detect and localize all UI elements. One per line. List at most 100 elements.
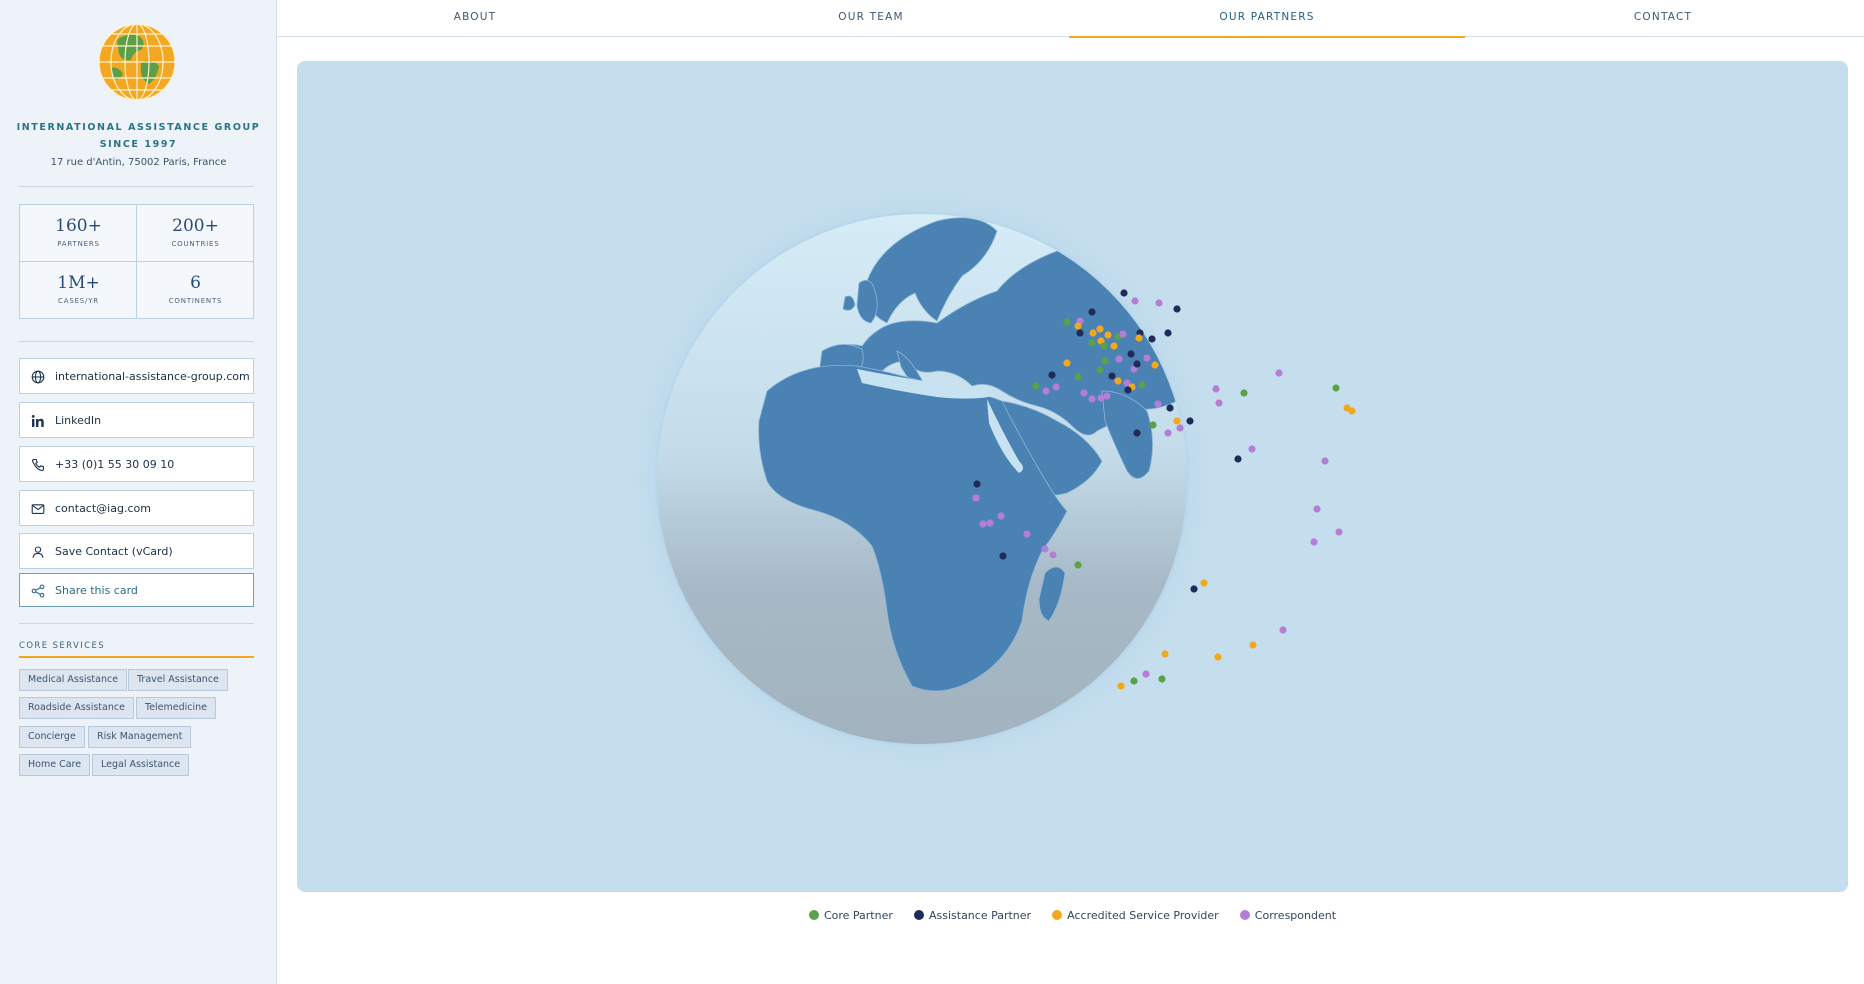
partner-marker[interactable] bbox=[1074, 322, 1082, 330]
partner-marker[interactable] bbox=[1120, 289, 1128, 297]
partner-marker[interactable] bbox=[1076, 329, 1084, 337]
save-vcard-button[interactable]: Save Contact (vCard) bbox=[19, 533, 254, 569]
partner-marker[interactable] bbox=[1103, 392, 1111, 400]
partner-marker[interactable] bbox=[1190, 585, 1198, 593]
partner-marker[interactable] bbox=[1117, 682, 1125, 690]
partner-marker[interactable] bbox=[1313, 505, 1321, 513]
partner-marker[interactable] bbox=[1173, 305, 1181, 313]
partner-marker[interactable] bbox=[1176, 424, 1184, 432]
partner-marker[interactable] bbox=[1161, 650, 1169, 658]
partner-marker[interactable] bbox=[1212, 385, 1220, 393]
sidebar: INTERNATIONAL ASSISTANCE GROUP SINCE 199… bbox=[0, 0, 277, 984]
partner-marker[interactable] bbox=[1063, 359, 1071, 367]
partner-marker[interactable] bbox=[1119, 330, 1127, 338]
stat-value: 160+ bbox=[55, 216, 102, 236]
partner-marker[interactable] bbox=[1240, 389, 1248, 397]
partner-marker[interactable] bbox=[979, 520, 987, 528]
tab-our-team[interactable]: OUR TEAM bbox=[673, 0, 1069, 37]
partner-marker[interactable] bbox=[1148, 335, 1156, 343]
partner-marker[interactable] bbox=[1234, 455, 1242, 463]
partner-marker[interactable] bbox=[1133, 429, 1141, 437]
partner-marker[interactable] bbox=[1089, 329, 1097, 337]
partner-marker[interactable] bbox=[1133, 360, 1141, 368]
partner-marker[interactable] bbox=[1149, 421, 1157, 429]
partner-marker[interactable] bbox=[1154, 400, 1162, 408]
partner-marker[interactable] bbox=[1310, 538, 1318, 546]
partner-marker[interactable] bbox=[997, 512, 1005, 520]
partner-marker[interactable] bbox=[1151, 361, 1159, 369]
partner-marker[interactable] bbox=[1041, 545, 1049, 553]
partner-marker[interactable] bbox=[1279, 626, 1287, 634]
partner-marker[interactable] bbox=[1080, 389, 1088, 397]
linkedin-link[interactable]: LinkedIn bbox=[19, 402, 254, 438]
share-card-button[interactable]: Share this card bbox=[19, 573, 254, 607]
partner-marker[interactable] bbox=[1335, 528, 1343, 536]
partner-marker[interactable] bbox=[1096, 325, 1104, 333]
partner-marker[interactable] bbox=[1135, 334, 1143, 342]
partner-marker[interactable] bbox=[1048, 371, 1056, 379]
partner-marker[interactable] bbox=[1214, 653, 1222, 661]
partner-marker[interactable] bbox=[1131, 297, 1139, 305]
partner-marker[interactable] bbox=[1114, 377, 1122, 385]
partner-marker[interactable] bbox=[1104, 331, 1112, 339]
tab-about[interactable]: ABOUT bbox=[277, 0, 673, 37]
partner-marker[interactable] bbox=[1088, 339, 1096, 347]
partner-marker[interactable] bbox=[1166, 404, 1174, 412]
legend-dot bbox=[1239, 910, 1250, 920]
partner-marker[interactable] bbox=[1088, 308, 1096, 316]
partner-marker[interactable] bbox=[1032, 382, 1040, 390]
partner-marker[interactable] bbox=[1348, 407, 1356, 415]
partner-marker[interactable] bbox=[1138, 381, 1146, 389]
partner-marker[interactable] bbox=[1049, 551, 1057, 559]
partner-marker[interactable] bbox=[1186, 417, 1194, 425]
partner-marker[interactable] bbox=[999, 552, 1007, 560]
partner-marker[interactable] bbox=[1142, 670, 1150, 678]
partner-marker[interactable] bbox=[1063, 318, 1071, 326]
globe-logo bbox=[98, 23, 176, 101]
core-services-heading: CORE SERVICES bbox=[19, 641, 106, 651]
partner-marker[interactable] bbox=[1215, 399, 1223, 407]
tab-contact[interactable]: CONTACT bbox=[1465, 0, 1861, 37]
partner-marker[interactable] bbox=[1100, 342, 1108, 350]
partner-marker[interactable] bbox=[1155, 299, 1163, 307]
stat-value: 200+ bbox=[172, 216, 219, 236]
partner-marker[interactable] bbox=[1108, 372, 1116, 380]
partner-marker[interactable] bbox=[1074, 561, 1082, 569]
partner-marker[interactable] bbox=[1173, 417, 1181, 425]
partner-marker[interactable] bbox=[1164, 329, 1172, 337]
partner-marker[interactable] bbox=[1023, 530, 1031, 538]
service-tag: Telemedicine bbox=[136, 697, 217, 719]
partner-marker[interactable] bbox=[1096, 366, 1104, 374]
partner-marker[interactable] bbox=[1110, 342, 1118, 350]
partner-marker[interactable] bbox=[1101, 357, 1109, 365]
partner-marker[interactable] bbox=[1115, 355, 1123, 363]
partner-marker[interactable] bbox=[1074, 373, 1082, 381]
partner-marker[interactable] bbox=[1200, 579, 1208, 587]
phone-icon bbox=[31, 458, 45, 472]
partner-marker[interactable] bbox=[1127, 350, 1135, 358]
partner-marker[interactable] bbox=[1052, 383, 1060, 391]
partner-marker[interactable] bbox=[1158, 675, 1166, 683]
partner-marker[interactable] bbox=[1275, 369, 1283, 377]
partner-marker[interactable] bbox=[1143, 354, 1151, 362]
partner-marker[interactable] bbox=[1088, 395, 1096, 403]
partner-marker[interactable] bbox=[1249, 641, 1257, 649]
partner-marker[interactable] bbox=[1248, 445, 1256, 453]
globe-map[interactable] bbox=[297, 61, 1848, 892]
partner-marker[interactable] bbox=[1321, 457, 1329, 465]
partner-marker[interactable] bbox=[1130, 677, 1138, 685]
tab-our-partners[interactable]: OUR PARTNERS bbox=[1069, 0, 1465, 38]
partner-marker[interactable] bbox=[1124, 386, 1132, 394]
partner-marker[interactable] bbox=[986, 519, 994, 527]
partner-marker[interactable] bbox=[1164, 429, 1172, 437]
partners-map[interactable] bbox=[297, 61, 1848, 892]
stat-value: 6 bbox=[190, 273, 201, 293]
partner-marker[interactable] bbox=[1042, 387, 1050, 395]
partner-marker[interactable] bbox=[1332, 384, 1340, 392]
email-link[interactable]: contact@iag.com bbox=[19, 490, 254, 526]
stat-cases: 1M+ CASES/YR bbox=[20, 262, 137, 319]
phone-link[interactable]: +33 (0)1 55 30 09 10 bbox=[19, 446, 254, 482]
website-link[interactable]: international-assistance-group.com bbox=[19, 358, 254, 394]
partner-marker[interactable] bbox=[973, 480, 981, 488]
partner-marker[interactable] bbox=[972, 494, 980, 502]
